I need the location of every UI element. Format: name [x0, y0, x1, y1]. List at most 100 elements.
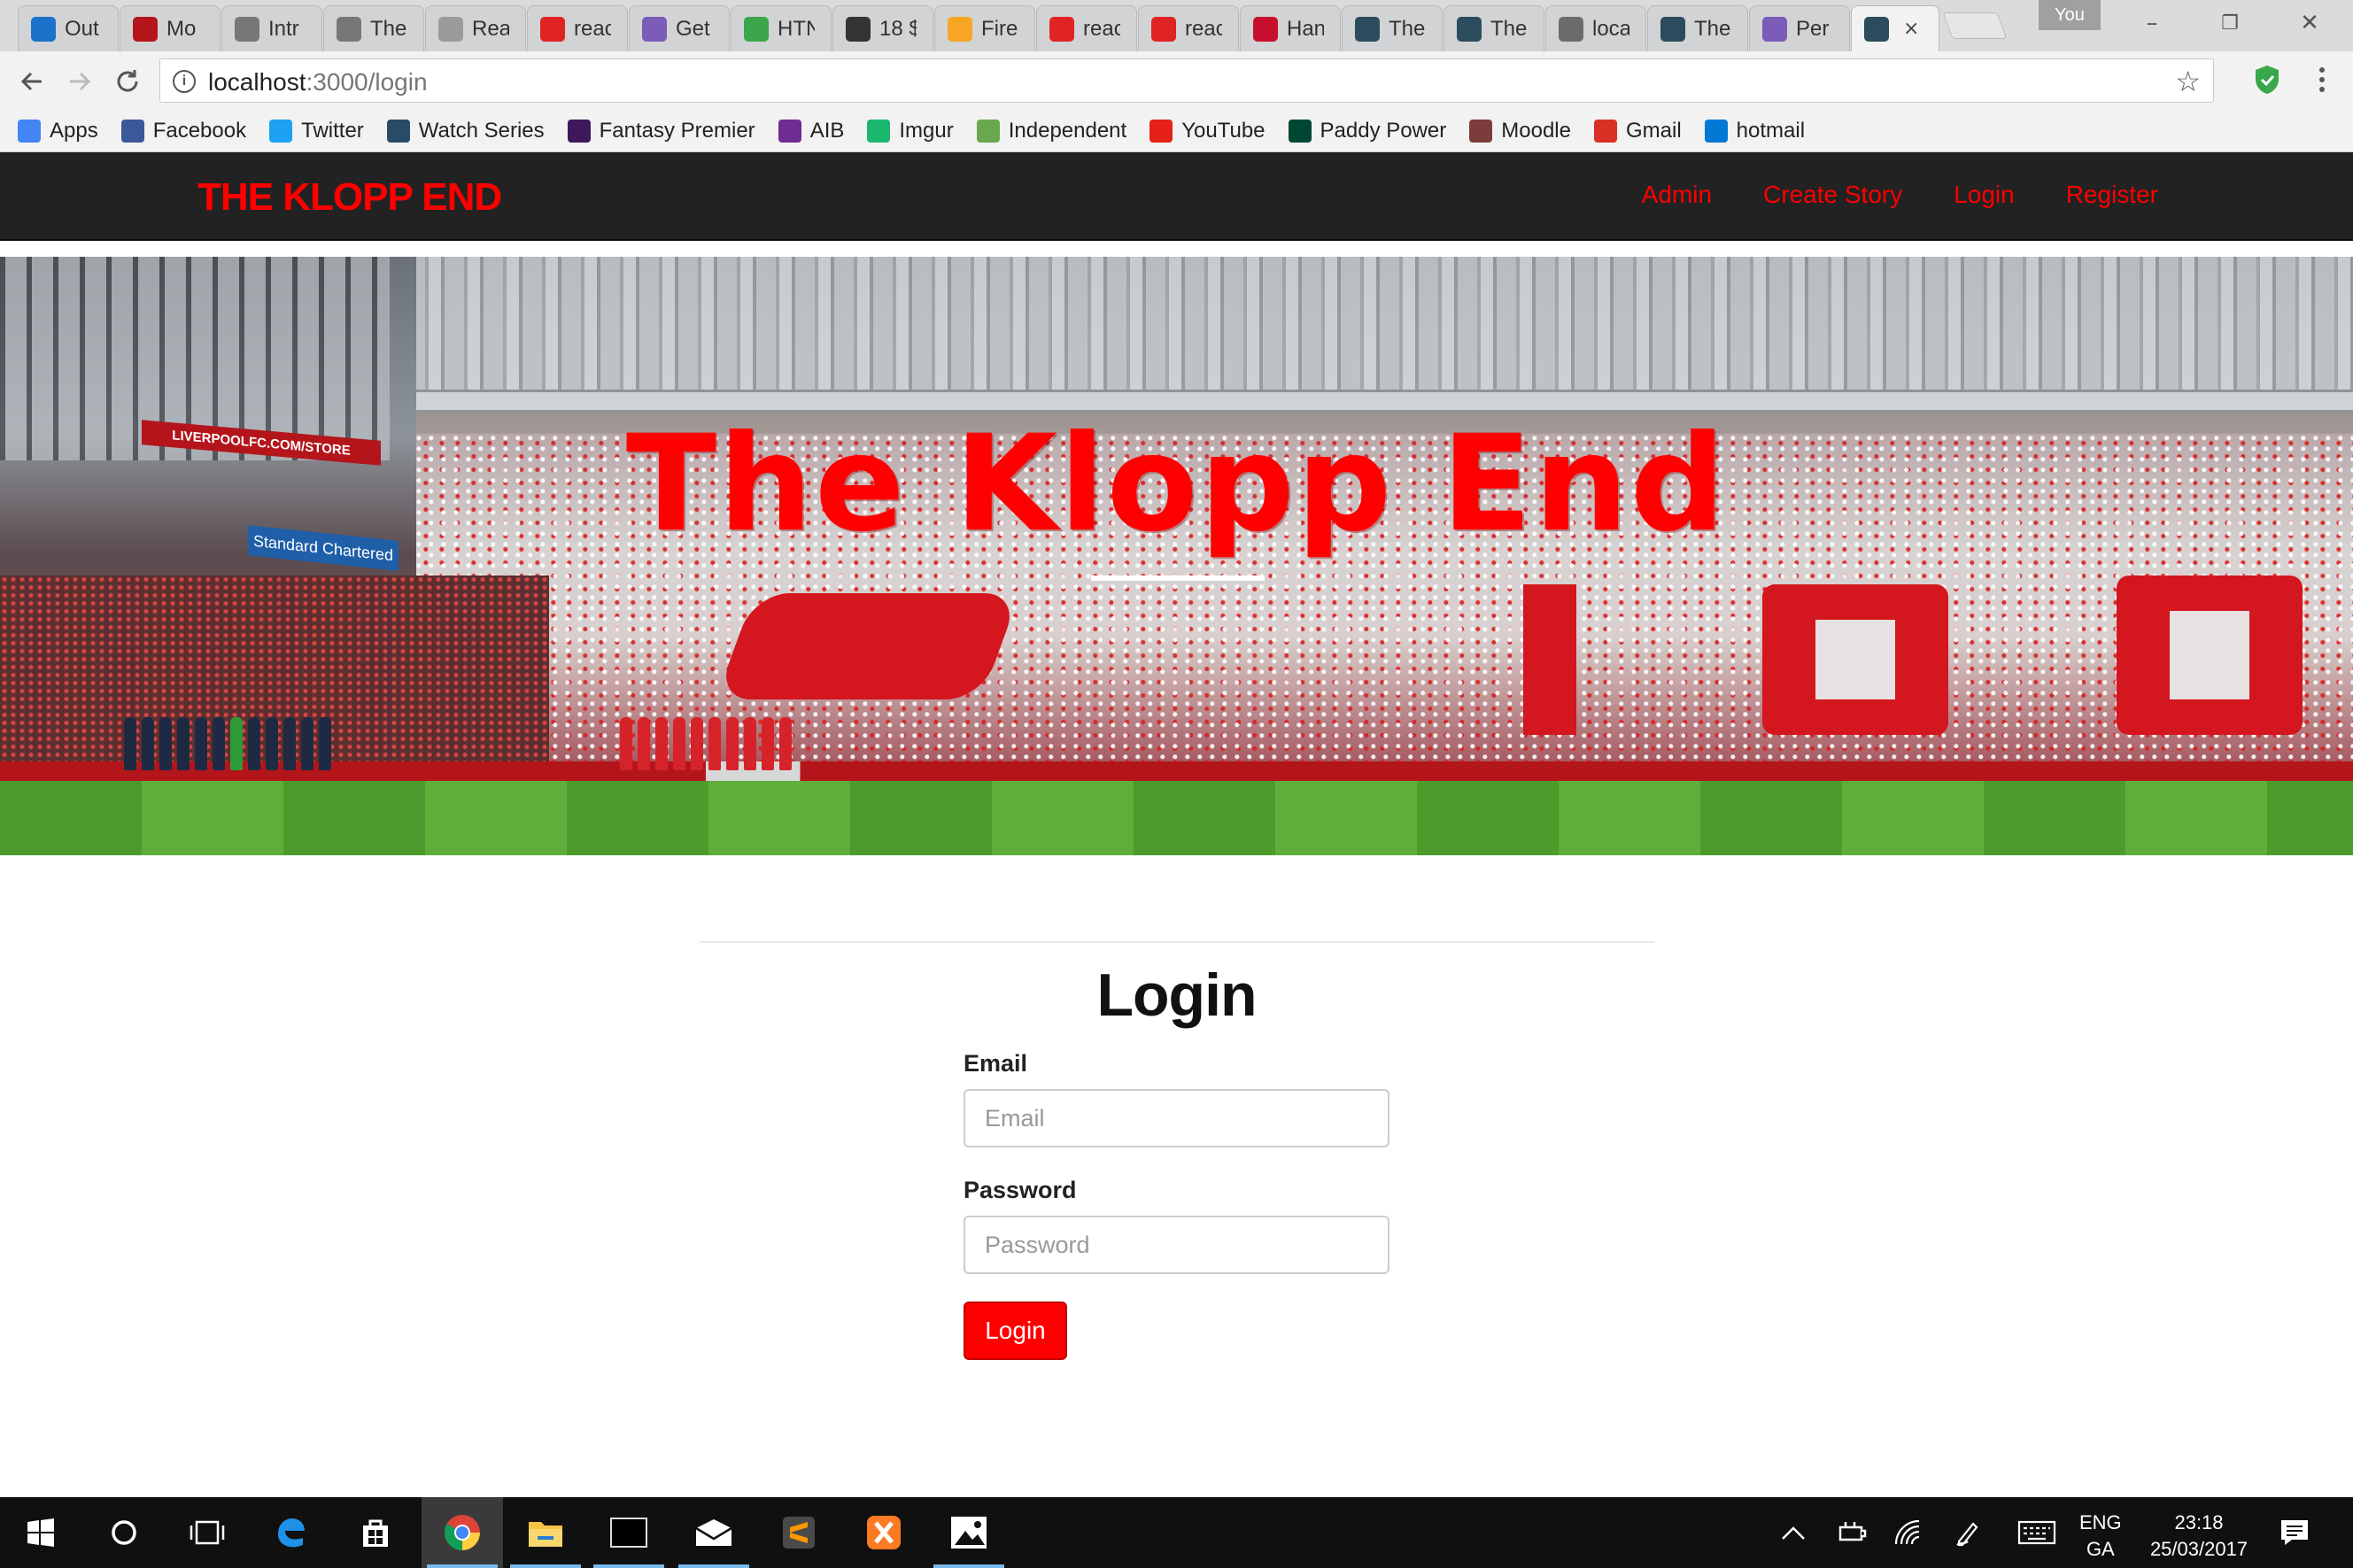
close-tab-icon[interactable]: × [1903, 18, 1919, 40]
shield-extension-icon[interactable] [2252, 64, 2282, 100]
browser-tab[interactable]: 18 $ [832, 5, 933, 51]
browser-tab[interactable]: loca [1545, 5, 1646, 51]
input-language[interactable]: ENG GA [2079, 1510, 2122, 1563]
bookmark-label: Imgur [899, 118, 954, 143]
browser-tab[interactable]: reac [1138, 5, 1239, 51]
tab-active[interactable]: × [1851, 5, 1939, 51]
chrome-taskbar-button[interactable] [422, 1497, 503, 1568]
bookmark-label: Watch Series [418, 118, 545, 143]
close-window-button[interactable]: ✕ [2283, 5, 2336, 41]
bookmarks-bar: Apps Facebook Twitter Watch Series Fantasy P… [0, 110, 2353, 152]
action-center-button[interactable] [2279, 1497, 2310, 1568]
start-button[interactable] [0, 1497, 81, 1568]
bookmark-youtube[interactable]: YouTube [1149, 118, 1266, 143]
clock[interactable]: 23:18 25/03/2017 [2141, 1510, 2256, 1563]
nav-register[interactable]: Register [2066, 181, 2158, 209]
browser-tab[interactable]: Fire [934, 5, 1035, 51]
power-plug-icon [1838, 1522, 1867, 1541]
profile-button[interactable]: You [2039, 0, 2101, 30]
browser-tab[interactable]: reac [1036, 5, 1137, 51]
away-team-line [124, 717, 331, 774]
restore-button[interactable]: ❐ [2203, 5, 2256, 41]
moodle-icon [1469, 119, 1493, 143]
browser-tab[interactable]: reac [527, 5, 628, 51]
browser-tab[interactable]: The [1647, 5, 1748, 51]
password-field[interactable] [964, 1216, 1389, 1274]
pen-icon [1956, 1522, 1978, 1547]
back-button[interactable] [12, 62, 51, 101]
reload-button[interactable] [108, 62, 147, 101]
aib-icon [778, 119, 801, 143]
file-explorer-button[interactable] [505, 1497, 586, 1568]
nav-login[interactable]: Login [1954, 181, 2015, 209]
sublime-icon [783, 1517, 815, 1549]
bookmark-watch-series[interactable]: Watch Series [386, 118, 545, 143]
browser-tab[interactable]: Rea [425, 5, 526, 51]
browser-tab[interactable]: Out [18, 5, 119, 51]
new-tab-button[interactable] [1942, 12, 2008, 39]
email-field[interactable] [964, 1089, 1389, 1147]
bookmark-facebook[interactable]: Facebook [120, 119, 246, 143]
photos-button[interactable] [928, 1497, 1010, 1568]
site-navbar: THE KLOPP END Admin Create Story Login R… [0, 152, 2353, 241]
pitch-hoarding [0, 761, 2353, 781]
bookmark-imgur[interactable]: Imgur [867, 118, 954, 143]
bookmark-label: Paddy Power [1320, 118, 1447, 143]
language-code: ENG [2079, 1511, 2122, 1533]
bookmark-label: YouTube [1181, 118, 1266, 143]
browser-tab[interactable]: Han [1240, 5, 1341, 51]
bookmark-apps[interactable]: Apps [18, 119, 98, 143]
codepen-icon [846, 16, 871, 42]
browser-tab[interactable]: The [1444, 5, 1544, 51]
bookmark-independent[interactable]: Independent [976, 119, 1126, 143]
site-brand[interactable]: THE KLOPP END [197, 175, 502, 220]
browser-tab[interactable]: Per [1749, 5, 1850, 51]
network-tray[interactable] [1893, 1497, 1923, 1568]
login-button[interactable]: Login [964, 1302, 1067, 1360]
bookmark-gmail[interactable]: Gmail [1593, 119, 1682, 143]
browser-tab[interactable]: HTN [731, 5, 832, 51]
show-hidden-icons[interactable] [1780, 1497, 1807, 1568]
minimize-button[interactable]: – [2125, 5, 2179, 41]
mosaic-digit-0b-hole [2170, 611, 2249, 699]
store-button[interactable] [335, 1497, 416, 1568]
browser-tab[interactable]: Mo [120, 5, 221, 51]
forward-button[interactable] [60, 62, 99, 101]
sublime-button[interactable] [758, 1497, 840, 1568]
bookmark-aib[interactable]: AIB [778, 119, 844, 143]
bookmark-star-icon[interactable]: ☆ [2175, 65, 2201, 98]
bookmark-fantasy-premier[interactable]: Fantasy Premier [567, 119, 755, 143]
mail-button[interactable] [673, 1497, 755, 1568]
site-info-icon[interactable]: i [173, 70, 196, 93]
bookmark-paddy-power[interactable]: Paddy Power [1288, 118, 1447, 143]
battery-tray[interactable] [1837, 1497, 1867, 1568]
bookmark-moodle[interactable]: Moodle [1469, 119, 1571, 143]
chrome-menu-icon[interactable] [2313, 62, 2331, 97]
browser-tab[interactable]: The [1342, 5, 1443, 51]
youtube-icon [1149, 119, 1173, 143]
nav-links: Admin Create Story Login Register [1642, 181, 2158, 209]
nav-create-story[interactable]: Create Story [1763, 181, 1902, 209]
xampp-button[interactable] [843, 1497, 925, 1568]
tab-title: reac [1185, 16, 1222, 41]
browser-tab[interactable]: Intr [221, 5, 322, 51]
react-icon [1864, 16, 1889, 42]
pen-tray[interactable] [1954, 1497, 1982, 1568]
terminal-button[interactable] [588, 1497, 670, 1568]
bookmark-hotmail[interactable]: hotmail [1704, 119, 1805, 143]
outlook-icon [31, 16, 56, 42]
browser-tab[interactable]: Get [629, 5, 730, 51]
tab-title: Per [1796, 16, 1830, 41]
chevron-up-icon [1782, 1526, 1805, 1540]
nav-admin[interactable]: Admin [1642, 181, 1712, 209]
browser-tab[interactable]: The [323, 5, 424, 51]
url-text[interactable]: localhost:3000/login [208, 68, 428, 97]
bookmark-twitter[interactable]: Twitter [269, 119, 364, 143]
url-host: localhost [208, 68, 306, 96]
cortana-button[interactable] [83, 1497, 165, 1568]
address-bar[interactable]: i localhost:3000/login ☆ [159, 58, 2214, 103]
edge-button[interactable] [250, 1497, 331, 1568]
mosaic-shape [716, 593, 1020, 699]
keyboard-tray[interactable] [2017, 1497, 2056, 1568]
task-view-button[interactable] [166, 1497, 248, 1568]
